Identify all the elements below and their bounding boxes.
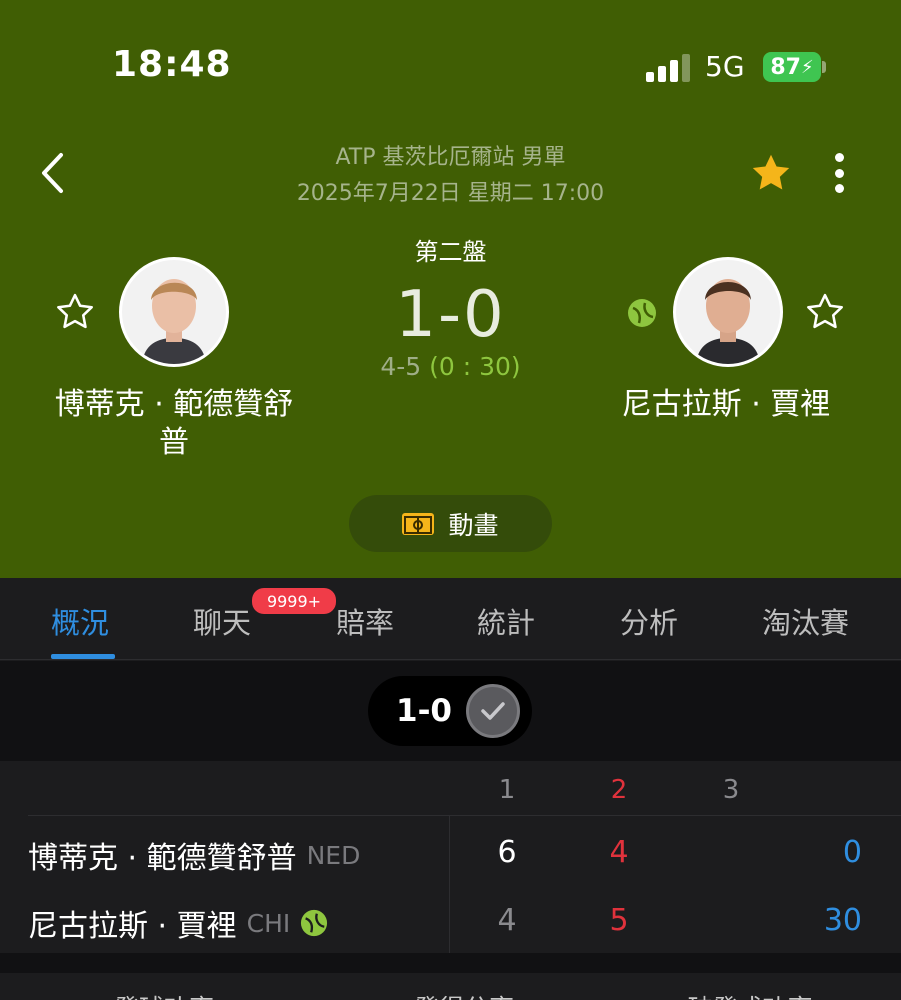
tab-overview[interactable]: 概況 <box>51 600 109 642</box>
home-player-avatar[interactable] <box>119 257 229 367</box>
away-set2-games: 5 <box>609 903 629 938</box>
more-options-button[interactable] <box>828 150 850 196</box>
field-icon <box>402 512 435 535</box>
battery-tip <box>822 61 826 73</box>
tab-odds[interactable]: 賠率 <box>336 600 394 642</box>
serving-ball-icon <box>301 909 328 937</box>
follow-away-star-icon[interactable] <box>803 290 847 334</box>
set-number-2: 2 <box>610 775 628 805</box>
home-player-name[interactable]: 博蒂克 · 範德贊舒 普 <box>40 386 308 462</box>
set-selector-area: 1-0 <box>0 661 901 761</box>
battery-level: 87 <box>770 54 801 80</box>
away-player-avatar[interactable] <box>673 257 783 367</box>
away-set1-games: 4 <box>497 903 517 938</box>
signal-icon <box>646 52 692 82</box>
stats-header: 發球功率 發得分率 破發成功率 <box>0 973 901 1000</box>
away-player-name-line1: 尼古拉斯 · 賈裡 <box>621 387 831 422</box>
player-name: 尼古拉斯 · 賈裡 <box>28 909 237 944</box>
stat-label-serve-points: 發得分率 <box>354 989 574 1000</box>
active-tab-indicator <box>51 654 115 659</box>
game-score-points: (0 : 30) <box>429 352 521 381</box>
match-header: 18:48 5G 87 ⚡ ATP 基茨比厄爾站 男單 2025年7月22日 星期… <box>0 0 901 578</box>
current-set-label: 第二盤 <box>414 238 487 266</box>
set-number-3: 3 <box>722 775 740 805</box>
home-set1-games: 6 <box>497 835 517 870</box>
animation-label: 動畫 <box>448 510 499 540</box>
home-game-points: 0 <box>842 835 862 870</box>
divider <box>28 815 901 816</box>
away-game-points: 30 <box>823 903 862 938</box>
home-set2-games: 4 <box>609 835 629 870</box>
tab-bar: 概況 聊天 賠率 統計 分析 淘汰賽 <box>0 578 901 660</box>
home-player-name-line2: 普 <box>159 425 189 460</box>
battery-icon: 87 ⚡ <box>763 52 821 82</box>
star-filled-icon[interactable] <box>748 150 794 196</box>
chat-count-badge: 9999+ <box>252 588 336 614</box>
player-name: 博蒂克 · 範德贊舒普 <box>28 841 297 876</box>
animation-button[interactable]: 動畫 <box>349 495 552 552</box>
follow-home-star-icon[interactable] <box>53 290 97 334</box>
serving-ball-icon <box>628 299 656 327</box>
country-code: CHI <box>246 908 291 938</box>
divider <box>449 815 450 953</box>
stat-label-serve: 發球功率 <box>54 989 274 1000</box>
country-code: NED <box>306 840 361 870</box>
set-selector-pill[interactable]: 1-0 <box>368 676 532 746</box>
set-selector-label: 1-0 <box>396 693 453 729</box>
scoreboard-row-home-name[interactable]: 博蒂克 · 範德贊舒普 NED <box>28 833 360 877</box>
status-time: 18:48 <box>112 44 232 85</box>
away-player-name[interactable]: 尼古拉斯 · 賈裡 <box>596 386 856 424</box>
network-label: 5G <box>705 50 745 83</box>
game-score-games: 4-5 <box>380 352 422 381</box>
scoreboard-row-away-name[interactable]: 尼古拉斯 · 賈裡 CHI <box>28 901 328 945</box>
tab-stats[interactable]: 統計 <box>477 600 535 642</box>
section-gap <box>0 953 901 973</box>
home-player-name-line1: 博蒂克 · 範德贊舒 <box>54 387 294 422</box>
game-score: 4-5 (0 : 30) <box>0 352 901 381</box>
check-icon[interactable] <box>466 684 520 738</box>
stat-label-break: 破發成功率 <box>640 989 860 1000</box>
tab-chat[interactable]: 聊天 <box>193 600 251 642</box>
tab-knockout[interactable]: 淘汰賽 <box>762 600 849 642</box>
set-number-1: 1 <box>498 775 516 805</box>
tab-analysis[interactable]: 分析 <box>620 600 678 642</box>
scoreboard: 1 2 3 博蒂克 · 範德贊舒普 NED 6 4 0 尼古拉斯 · 賈裡 CH… <box>0 761 901 953</box>
